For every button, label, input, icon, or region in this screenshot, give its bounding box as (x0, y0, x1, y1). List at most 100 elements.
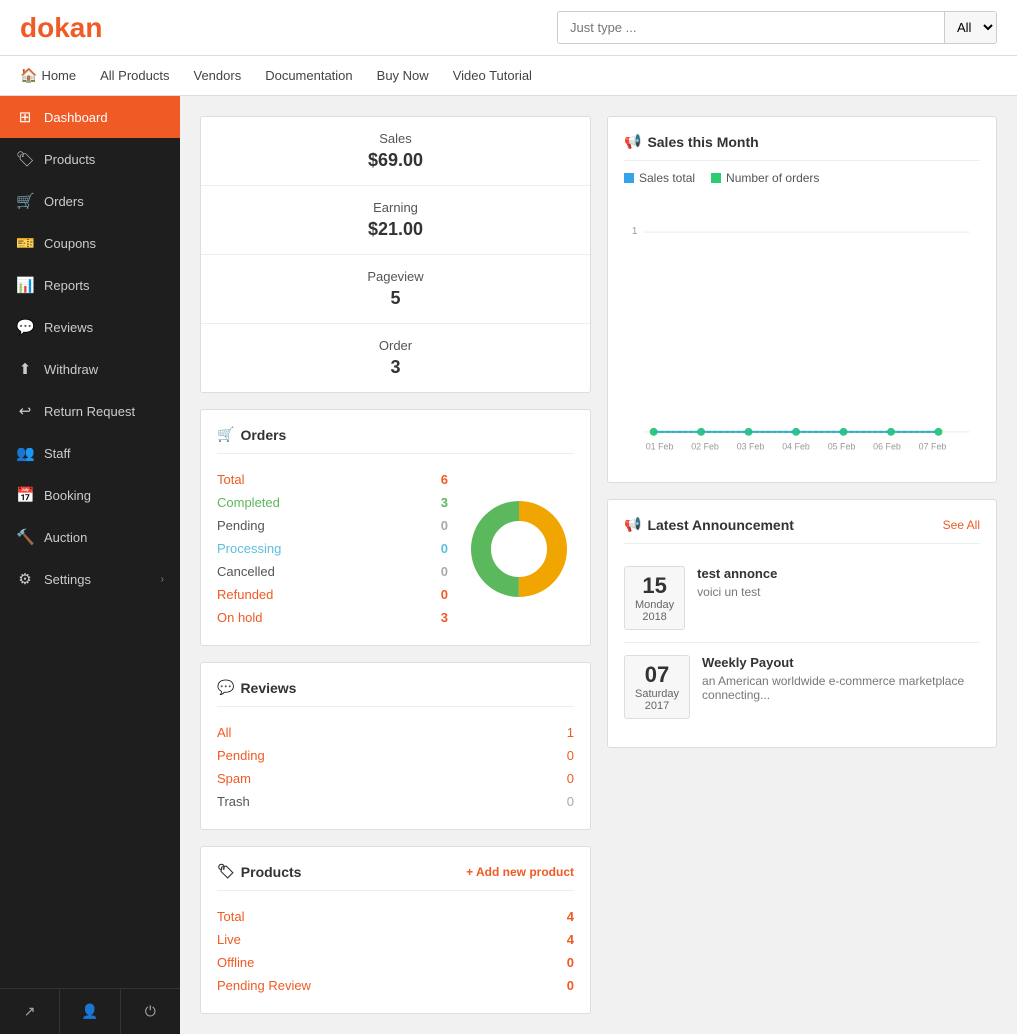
stat-order-value: 3 (225, 357, 566, 378)
svg-text:07 Feb: 07 Feb (919, 442, 947, 452)
review-spam-val: 0 (567, 771, 574, 786)
product-row-total: Total 4 (217, 905, 574, 928)
svg-text:06 Feb: 06 Feb (873, 442, 901, 452)
orders-donut-chart (464, 494, 574, 604)
legend-sales-label: Sales total (639, 171, 695, 185)
stat-earning: Earning $21.00 (201, 186, 590, 255)
chart-icon: 📢 (624, 133, 641, 150)
order-cancelled-label: Cancelled (217, 564, 275, 579)
see-all-link[interactable]: See All (943, 518, 980, 532)
sidebar-label-withdraw: Withdraw (44, 362, 164, 377)
sidebar-label-reviews: Reviews (44, 320, 164, 335)
withdraw-icon: ⬆ (16, 360, 34, 378)
sidebar-label-products: Products (44, 152, 164, 167)
review-pending-label: Pending (217, 748, 265, 763)
product-total-label: Total (217, 909, 244, 924)
sidebar-item-booking[interactable]: 📅 Booking (0, 474, 180, 516)
stat-sales: Sales $69.00 (201, 117, 590, 186)
review-trash-val: 0 (567, 794, 574, 809)
ann-desc-1: voici un test (697, 585, 777, 599)
product-offline-label: Offline (217, 955, 254, 970)
legend-num-orders: Number of orders (711, 171, 819, 185)
order-completed-label: Completed (217, 495, 280, 510)
order-onhold-val: 3 (441, 610, 448, 625)
sidebar-item-coupons[interactable]: 🎫 Coupons (0, 222, 180, 264)
content-left: Sales $69.00 Earning $21.00 Pageview 5 O… (200, 116, 591, 1014)
sidebar-item-products[interactable]: 🏷 Products (0, 138, 180, 180)
product-offline-val: 0 (567, 955, 574, 970)
sidebar-item-auction[interactable]: 🔨 Auction (0, 516, 180, 558)
sidebar-item-withdraw[interactable]: ⬆ Withdraw (0, 348, 180, 390)
sidebar-label-coupons: Coupons (44, 236, 164, 251)
announcement-card: 📢 Latest Announcement See All 15 Monday … (607, 499, 997, 748)
orders-cart-icon: 🛒 (217, 426, 234, 443)
order-row-completed: Completed 3 (217, 491, 448, 514)
profile-icon: 👤 (81, 1003, 98, 1020)
staff-icon: 👥 (16, 444, 34, 462)
announcement-body-1: test annonce voici un test (697, 566, 777, 599)
sidebar-label-dashboard: Dashboard (44, 110, 164, 125)
stats-card: Sales $69.00 Earning $21.00 Pageview 5 O… (200, 116, 591, 393)
ann-dow-1: Monday (635, 599, 674, 611)
content-area: Sales $69.00 Earning $21.00 Pageview 5 O… (180, 96, 1017, 1034)
order-row-total: Total 6 (217, 468, 448, 491)
auction-icon: 🔨 (16, 528, 34, 546)
products-section: 🏷 Products + Add new product Total 4 Liv… (200, 846, 591, 1014)
logo-accent: d (20, 12, 37, 43)
nav-buy-now[interactable]: Buy Now (377, 68, 429, 83)
nav-documentation[interactable]: Documentation (265, 68, 352, 83)
external-link-button[interactable]: ↗ (0, 989, 60, 1034)
review-spam-label: Spam (217, 771, 251, 786)
nav-home[interactable]: 🏠 Home (20, 67, 76, 84)
svg-text:02 Feb: 02 Feb (691, 442, 719, 452)
review-pending-val: 0 (567, 748, 574, 763)
svg-text:03 Feb: 03 Feb (737, 442, 765, 452)
chart-svg-wrap: 1 01 Feb 02 Feb 03 Feb 04 Feb 05 Feb 06 … (624, 193, 980, 466)
settings-arrow-icon: › (161, 574, 164, 585)
ann-title-1: test annonce (697, 566, 777, 581)
order-cancelled-val: 0 (441, 564, 448, 579)
svg-text:04 Feb: 04 Feb (782, 442, 810, 452)
svg-text:01 Feb: 01 Feb (646, 442, 674, 452)
sidebar-item-return-request[interactable]: ↩ Return Request (0, 390, 180, 432)
logout-button[interactable]: ⏻ (121, 989, 180, 1034)
search-bar: All (557, 11, 997, 44)
nav-vendors[interactable]: Vendors (194, 68, 242, 83)
profile-button[interactable]: 👤 (60, 989, 120, 1034)
reviews-title: 💬 Reviews (217, 679, 574, 707)
sidebar-item-reports[interactable]: 📊 Reports (0, 264, 180, 306)
product-total-val: 4 (567, 909, 574, 924)
announcement-item-1: 15 Monday 2018 test annonce voici un tes… (624, 554, 980, 643)
search-filter-select[interactable]: All (944, 12, 996, 43)
add-product-link[interactable]: + Add new product (466, 865, 574, 879)
home-icon: 🏠 (20, 67, 37, 84)
return-icon: ↩ (16, 402, 34, 420)
nav-video-tutorial[interactable]: Video Tutorial (453, 68, 532, 83)
sidebar-item-staff[interactable]: 👥 Staff (0, 432, 180, 474)
stat-sales-value: $69.00 (225, 150, 566, 171)
products-title: 🏷 Products + Add new product (217, 863, 574, 891)
sidebar-item-orders[interactable]: 🛒 Orders (0, 180, 180, 222)
stat-pageview: Pageview 5 (201, 255, 590, 324)
announcement-title: 📢 Latest Announcement See All (624, 516, 980, 544)
sidebar-item-settings[interactable]: ⚙ Settings › (0, 558, 180, 600)
stat-earning-label: Earning (225, 200, 566, 215)
svg-text:05 Feb: 05 Feb (828, 442, 856, 452)
svg-text:1: 1 (632, 226, 638, 237)
announcement-date-1: 15 Monday 2018 (624, 566, 685, 630)
orders-section: 🛒 Orders Total 6 Completed 3 (200, 409, 591, 646)
sidebar-item-dashboard[interactable]: ⊞ Dashboard (0, 96, 180, 138)
order-onhold-label: On hold (217, 610, 263, 625)
ann-day-2: 07 (635, 662, 679, 688)
order-total-label: Total (217, 472, 244, 487)
logo-text: okan (37, 12, 102, 43)
sidebar-item-reviews[interactable]: 💬 Reviews (0, 306, 180, 348)
nav-all-products[interactable]: All Products (100, 68, 169, 83)
orders-icon: 🛒 (16, 192, 34, 210)
product-pending-review-val: 0 (567, 978, 574, 993)
search-input[interactable] (558, 13, 944, 42)
order-completed-val: 3 (441, 495, 448, 510)
reviews-icon: 💬 (16, 318, 34, 336)
product-row-live: Live 4 (217, 928, 574, 951)
product-live-val: 4 (567, 932, 574, 947)
